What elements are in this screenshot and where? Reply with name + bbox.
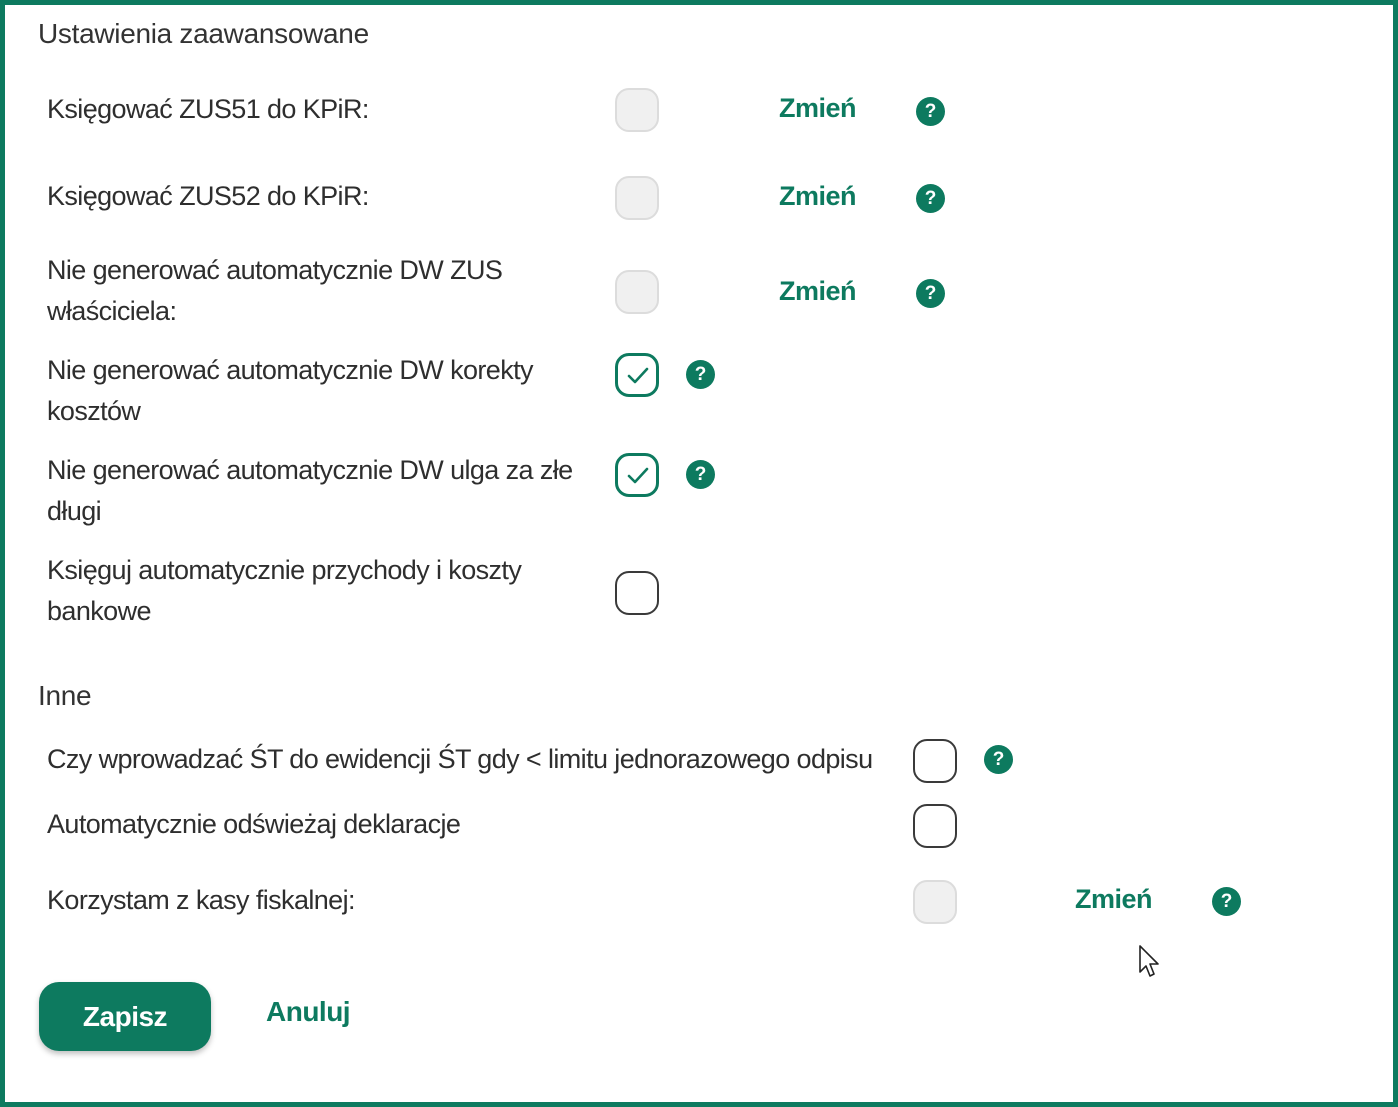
help-icon[interactable]: ?	[916, 184, 945, 213]
change-dw-zus-link[interactable]: Zmień	[779, 276, 857, 307]
check-icon	[627, 367, 649, 384]
setting-label-st-limit: Czy wprowadzać ŚT do ewidencji ŚT gdy < …	[47, 744, 873, 774]
bank-costs-checkbox[interactable]	[615, 571, 659, 615]
mouse-pointer-icon	[1139, 945, 1159, 977]
change-zus51-link[interactable]: Zmień	[779, 93, 857, 124]
check-icon	[627, 467, 649, 484]
fiscal-register-checkbox[interactable]	[913, 880, 957, 924]
refresh-declarations-checkbox[interactable]	[913, 804, 957, 848]
dw-ulga-checkbox[interactable]	[615, 453, 659, 497]
setting-label-refresh-declarations: Automatycznie odświeżaj deklaracje	[47, 809, 461, 839]
change-fiscal-register-link[interactable]: Zmień	[1075, 884, 1153, 915]
zus52-checkbox[interactable]	[615, 176, 659, 220]
section-title-advanced: Ustawienia zaawansowane	[38, 18, 369, 49]
help-icon[interactable]: ?	[916, 97, 945, 126]
setting-label-dw-ulga-line2: długi	[47, 496, 102, 526]
help-icon[interactable]: ?	[686, 460, 715, 489]
setting-label-bank-line1: Księguj automatycznie przychody i koszty	[47, 555, 522, 585]
setting-label-zus51: Księgować ZUS51 do KPiR:	[47, 94, 369, 124]
dw-korekty-checkbox[interactable]	[615, 353, 659, 397]
help-icon[interactable]: ?	[916, 279, 945, 308]
save-button[interactable]: Zapisz	[39, 982, 211, 1051]
section-title-other: Inne	[38, 680, 92, 711]
setting-label-dw-korekty-line2: kosztów	[47, 396, 141, 426]
zus51-checkbox[interactable]	[615, 88, 659, 132]
setting-label-bank-line2: bankowe	[47, 596, 151, 626]
cancel-button[interactable]: Anuluj	[266, 996, 351, 1028]
help-icon[interactable]: ?	[686, 360, 715, 389]
setting-label-dw-zus-line2: właściciela:	[47, 296, 177, 326]
setting-label-fiscal-register: Korzystam z kasy fiskalnej:	[47, 885, 356, 915]
help-icon[interactable]: ?	[984, 745, 1013, 774]
help-icon[interactable]: ?	[1212, 887, 1241, 916]
setting-label-zus52: Księgować ZUS52 do KPiR:	[47, 181, 369, 211]
st-limit-checkbox[interactable]	[913, 739, 957, 783]
dw-zus-checkbox[interactable]	[615, 270, 659, 314]
setting-label-dw-ulga-line1: Nie generować automatycznie DW ulga za z…	[47, 455, 573, 485]
setting-label-dw-zus-line1: Nie generować automatycznie DW ZUS	[47, 255, 503, 285]
setting-label-dw-korekty-line1: Nie generować automatycznie DW korekty	[47, 355, 534, 385]
change-zus52-link[interactable]: Zmień	[779, 181, 857, 212]
